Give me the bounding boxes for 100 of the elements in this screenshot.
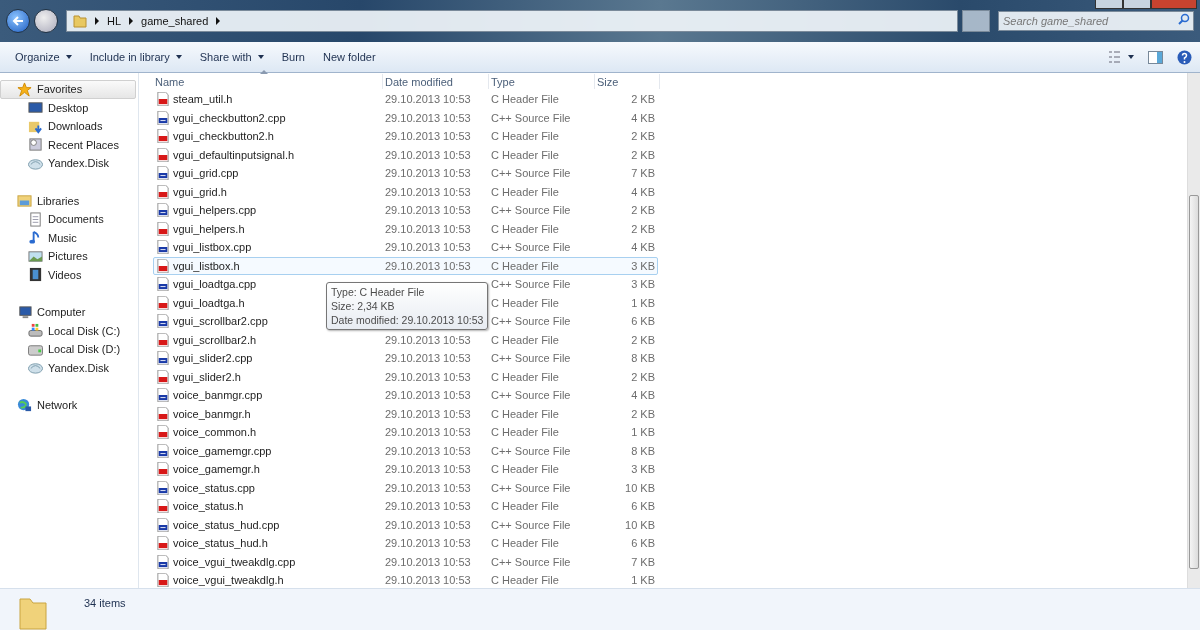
type-cell: C++ Source File — [491, 444, 571, 457]
sidebar-item[interactable]: Local Disk (D:) — [0, 340, 136, 359]
type-cell: C Header File — [491, 370, 559, 383]
sidebar-item[interactable]: Libraries — [0, 191, 136, 210]
file-name[interactable]: voice_status_hud.cpp — [173, 518, 280, 531]
date-cell: 29.10.2013 10:53 — [385, 481, 471, 494]
size-cell: 7 KB — [631, 555, 655, 568]
sidebar-item[interactable]: Yandex.Disk — [0, 154, 136, 173]
toolbar-button[interactable]: New folder — [315, 47, 383, 67]
date-cell: 29.10.2013 10:53 — [385, 352, 471, 365]
preview-pane-icon[interactable] — [1148, 50, 1163, 64]
date-cell: 29.10.2013 10:53 — [385, 574, 471, 587]
column-header[interactable]: Type — [489, 74, 595, 89]
file-name[interactable]: voice_banmgr.h — [173, 407, 251, 420]
file-name[interactable]: vgui_checkbutton2.cpp — [173, 111, 286, 124]
file-name[interactable]: vgui_helpers.cpp — [173, 204, 257, 217]
file-name[interactable]: vgui_helpers.h — [173, 222, 245, 235]
size-cell: 3 KB — [631, 278, 655, 291]
file-name[interactable]: vgui_listbox.cpp — [173, 241, 252, 254]
column-header[interactable]: Date modified — [383, 74, 489, 89]
file-name[interactable]: vgui_checkbutton2.h — [173, 130, 274, 143]
file-name[interactable]: vgui_grid.h — [173, 185, 227, 198]
maximize-button[interactable] — [1123, 0, 1151, 9]
date-cell: 29.10.2013 10:53 — [385, 111, 471, 124]
folder-icon — [18, 595, 48, 630]
column-header[interactable]: Size — [595, 74, 660, 89]
scrollbar-thumb[interactable] — [1189, 195, 1199, 569]
type-cell: C++ Source File — [491, 481, 571, 494]
row-highlight[interactable] — [153, 256, 658, 275]
sidebar-item[interactable]: Pictures — [0, 247, 136, 266]
size-cell: 8 KB — [631, 352, 655, 365]
size-cell: 2 KB — [631, 370, 655, 383]
header-file-icon — [157, 536, 169, 551]
type-cell: C Header File — [491, 407, 559, 420]
file-name[interactable]: voice_gamemgr.h — [173, 463, 260, 476]
desktop-icon — [28, 100, 43, 116]
breadcrumb[interactable]: game_shared — [141, 15, 209, 27]
file-name[interactable]: voice_vgui_tweakdlg.cpp — [173, 555, 296, 568]
sidebar-item[interactable]: Yandex.Disk — [0, 358, 136, 377]
sidebar-item[interactable]: Videos — [0, 265, 136, 284]
toolbar-button[interactable]: Share with — [192, 47, 271, 67]
file-name[interactable]: voice_status.h — [173, 500, 244, 513]
file-name[interactable]: vgui_loadtga.h — [173, 296, 245, 309]
file-name[interactable]: steam_util.h — [173, 93, 233, 106]
sidebar-item[interactable]: Music — [0, 228, 136, 247]
file-name[interactable]: voice_gamemgr.cpp — [173, 444, 272, 457]
source-file-icon — [157, 388, 169, 403]
date-cell: 29.10.2013 10:53 — [385, 185, 471, 198]
breadcrumb[interactable]: HL — [107, 15, 122, 27]
minimize-button[interactable] — [1095, 0, 1123, 9]
address-field[interactable]: HL game_shared — [66, 10, 958, 32]
date-cell: 29.10.2013 10:53 — [385, 407, 471, 420]
file-name[interactable]: vgui_slider2.cpp — [173, 352, 253, 365]
file-name[interactable]: vgui_listbox.h — [173, 259, 240, 272]
file-name[interactable]: vgui_loadtga.cpp — [173, 278, 257, 291]
toolbar-button[interactable]: Burn — [274, 47, 312, 67]
file-name[interactable]: voice_common.h — [173, 426, 257, 439]
type-cell: C Header File — [491, 185, 559, 198]
search-field[interactable]: Search game_shared — [998, 11, 1194, 31]
column-header[interactable]: Name — [153, 74, 383, 89]
network-icon — [17, 397, 32, 413]
date-cell: 29.10.2013 10:53 — [385, 204, 471, 217]
size-cell: 2 KB — [631, 204, 655, 217]
file-name[interactable]: voice_vgui_tweakdlg.h — [173, 574, 284, 587]
file-name[interactable]: vgui_grid.cpp — [173, 167, 239, 180]
size-cell: 10 KB — [625, 481, 655, 494]
file-name[interactable]: vgui_defaultinputsignal.h — [173, 148, 295, 161]
star-icon — [17, 81, 32, 97]
sidebar-item[interactable]: Desktop — [0, 98, 136, 117]
size-cell: 4 KB — [631, 111, 655, 124]
sidebar-item[interactable]: Local Disk (C:) — [0, 321, 136, 340]
sidebar-item[interactable]: Computer — [0, 303, 136, 322]
size-cell: 3 KB — [631, 259, 655, 272]
scrollbar[interactable] — [1187, 73, 1200, 588]
file-name[interactable]: voice_status.cpp — [173, 481, 255, 494]
file-name[interactable]: vgui_slider2.h — [173, 370, 241, 383]
back-button[interactable] — [6, 9, 30, 33]
sidebar-item[interactable]: Favorites — [0, 80, 136, 99]
toolbar-button[interactable]: Include in library — [82, 47, 189, 67]
header-file-icon — [157, 369, 169, 384]
type-cell: C++ Source File — [491, 518, 571, 531]
toolbar-button[interactable]: Organize — [8, 47, 79, 67]
date-cell: 29.10.2013 10:53 — [385, 167, 471, 180]
file-name[interactable]: vgui_scrollbar2.cpp — [173, 315, 268, 328]
sidebar-item[interactable]: Downloads — [0, 117, 136, 136]
type-cell: C++ Source File — [491, 555, 571, 568]
file-name[interactable]: voice_status_hud.h — [173, 537, 268, 550]
sidebar-item[interactable]: Documents — [0, 210, 136, 229]
library-icon — [17, 193, 32, 209]
view-options-icon[interactable] — [1108, 50, 1134, 64]
sidebar-item[interactable]: Recent Places — [0, 135, 136, 154]
sidebar-item[interactable]: Network — [0, 396, 136, 415]
tooltip: Type: C Header File Size: 2,34 KB Date modified: 29.10.2013 10:53 — [326, 282, 489, 330]
type-cell: C Header File — [491, 130, 559, 143]
caret-icon — [175, 55, 182, 59]
size-cell: 8 KB — [631, 444, 655, 457]
forward-button[interactable] — [34, 9, 58, 33]
file-name[interactable]: voice_banmgr.cpp — [173, 389, 263, 402]
help-icon[interactable] — [1177, 49, 1192, 65]
file-name[interactable]: vgui_scrollbar2.h — [173, 333, 257, 346]
